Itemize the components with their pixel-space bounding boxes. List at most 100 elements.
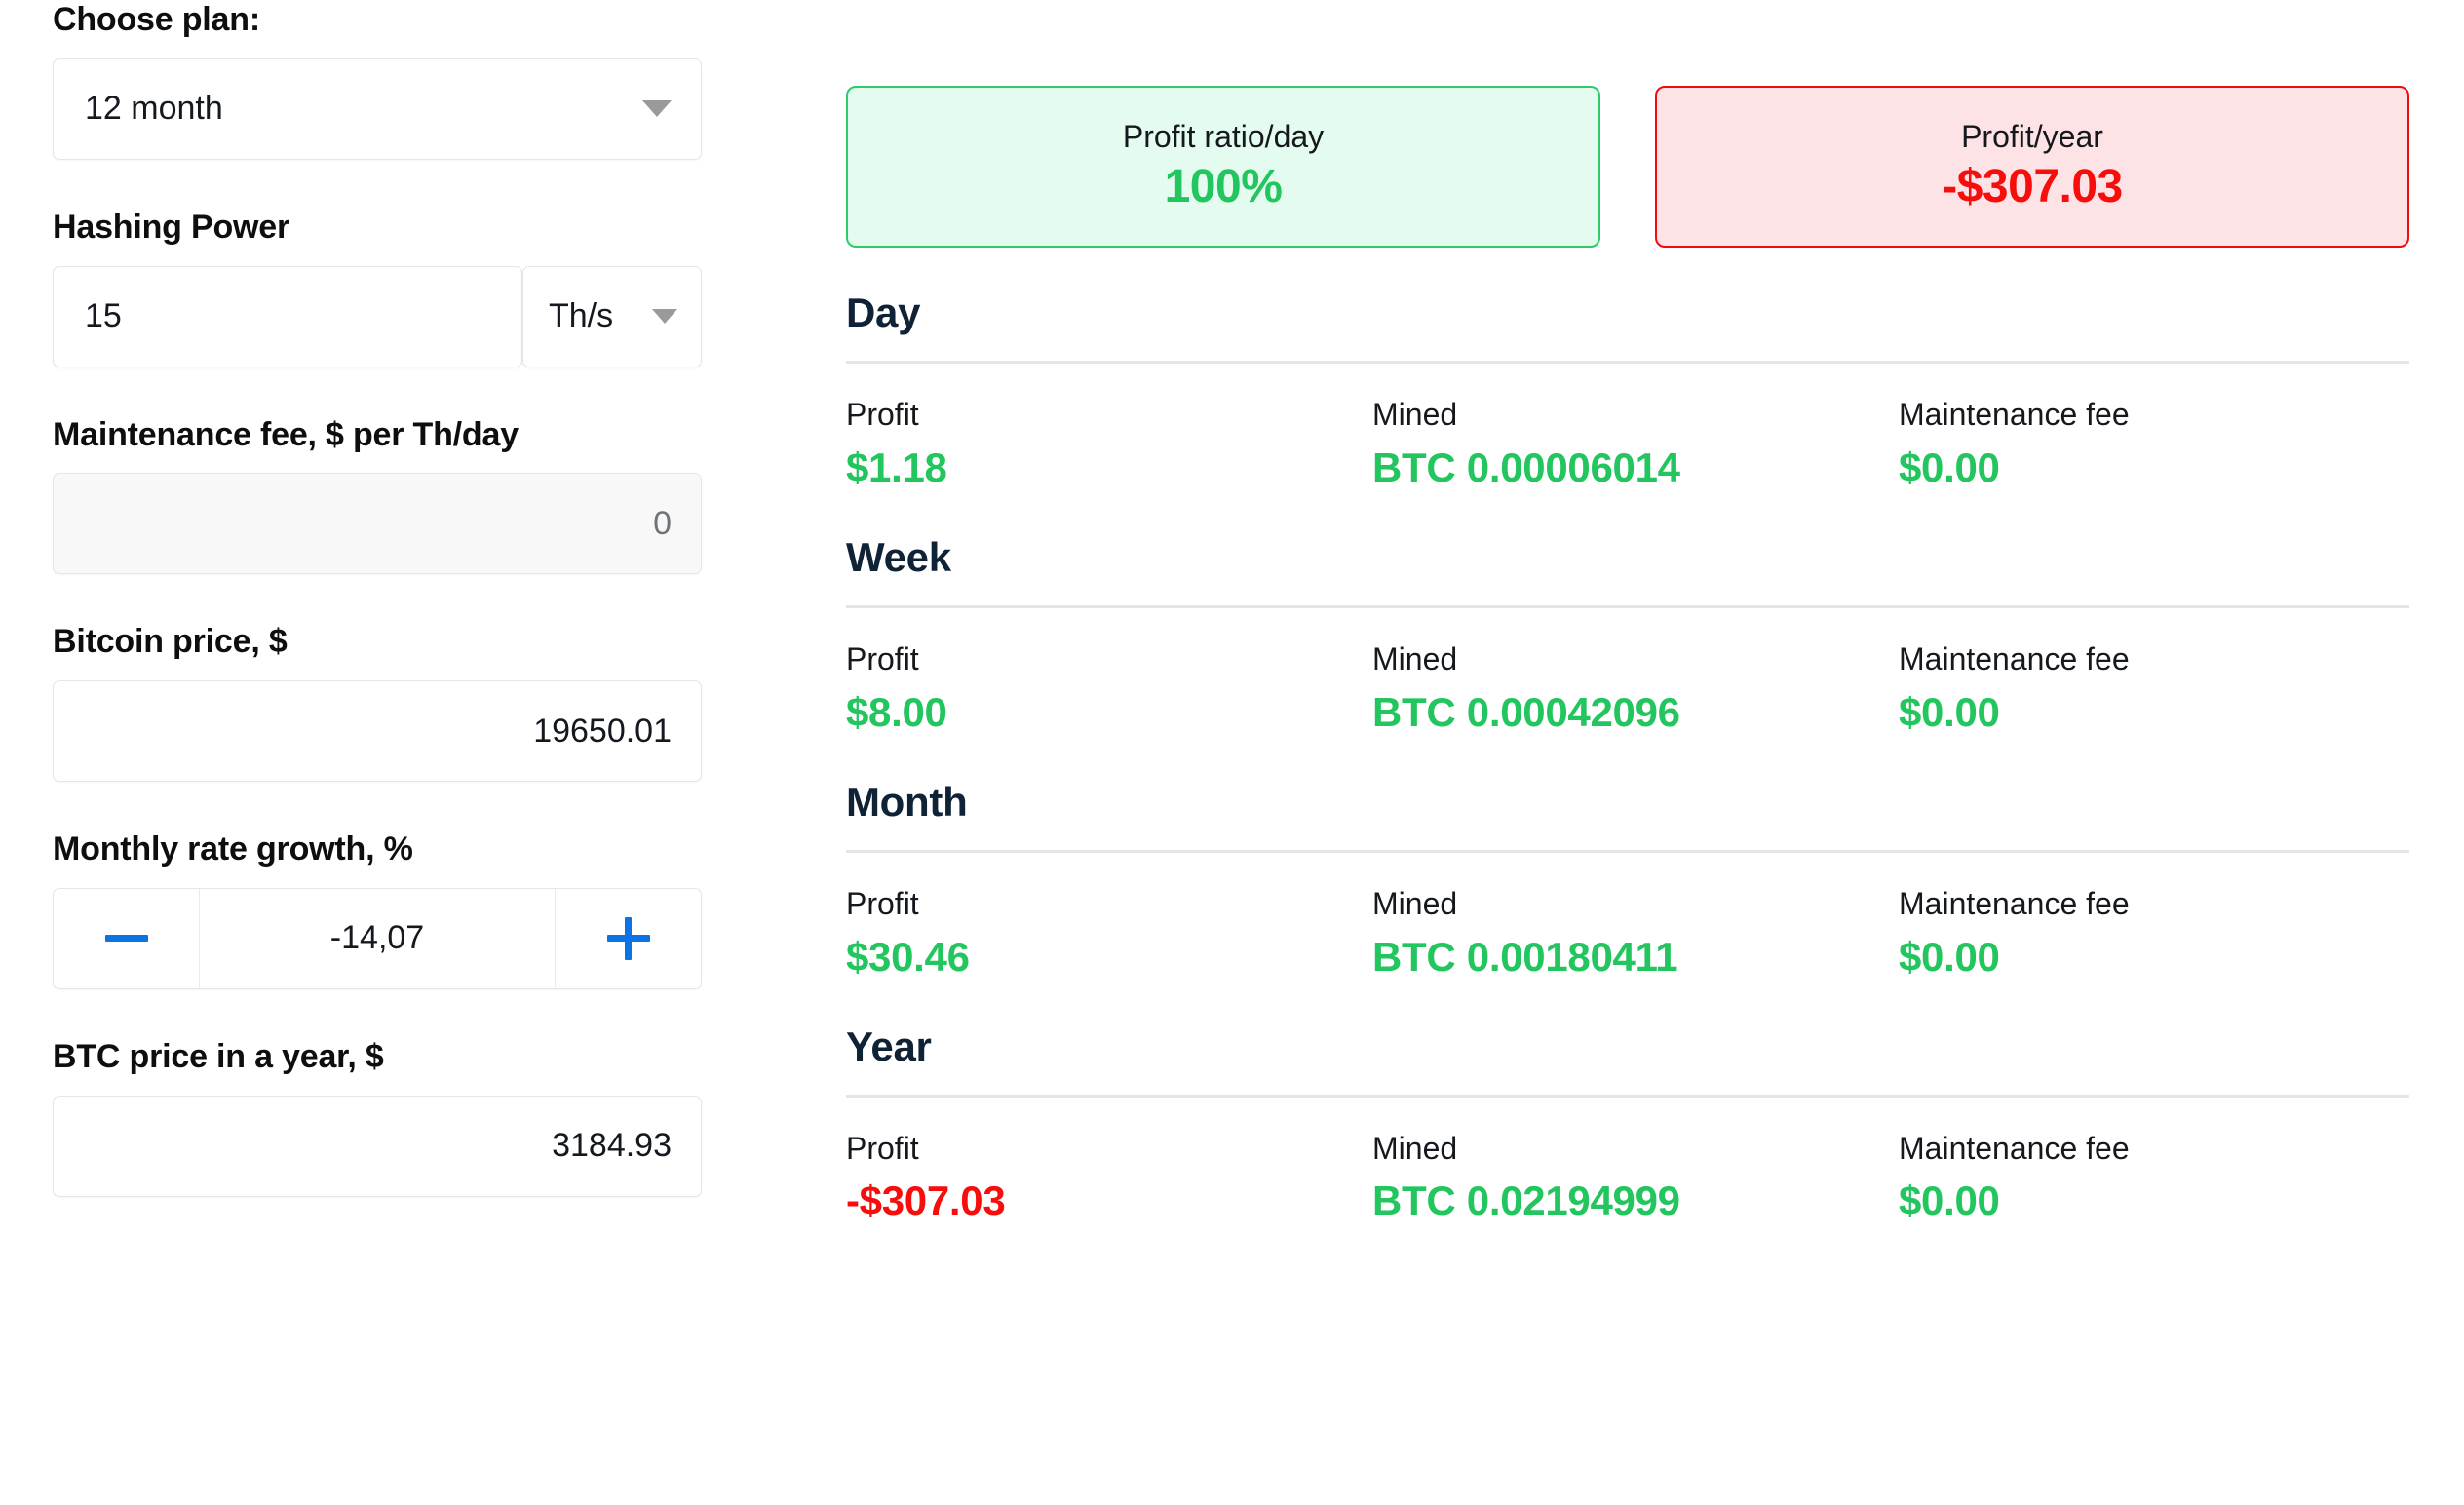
decrement-button[interactable] bbox=[54, 888, 200, 988]
metric-mined: Mined BTC 0.00180411 bbox=[1372, 885, 1899, 982]
choose-plan-select[interactable]: 12 month bbox=[53, 58, 702, 160]
summary-label: Profit/year bbox=[1961, 118, 2103, 154]
metric-mined: Mined BTC 0.00006014 bbox=[1372, 396, 1899, 492]
choose-plan-label: Choose plan: bbox=[53, 1, 260, 38]
summary-cards: Profit ratio/day 100% Profit/year -$307.… bbox=[846, 86, 2409, 248]
btc-price-in-year-label: BTC price in a year, $ bbox=[53, 1037, 384, 1075]
metric-value: $0.00 bbox=[1899, 1177, 2000, 1224]
period-section-month: Month Profit $30.46 Mined BTC 0.00180411… bbox=[846, 778, 2409, 982]
period-title: Year bbox=[846, 1023, 932, 1069]
metric-value: $8.00 bbox=[846, 688, 947, 735]
metric-label: Maintenance fee bbox=[1899, 641, 2130, 677]
metric-value: BTC 0.00180411 bbox=[1372, 933, 1678, 980]
field-monthly-rate-growth: Monthly rate growth, % -14,07 bbox=[53, 830, 708, 989]
summary-card-profit-year: Profit/year -$307.03 bbox=[1655, 86, 2409, 248]
metric-label: Maintenance fee bbox=[1899, 1131, 2130, 1167]
maintenance-fee-input[interactable]: 0 bbox=[53, 473, 702, 575]
summary-value: 100% bbox=[1164, 160, 1283, 212]
summary-label: Profit ratio/day bbox=[1122, 118, 1325, 154]
hashing-power-input[interactable]: 15 bbox=[53, 265, 522, 367]
monthly-rate-growth-value-wrap[interactable]: -14,07 bbox=[200, 889, 555, 988]
period-title: Month bbox=[846, 778, 968, 825]
metric-label: Profit bbox=[846, 1131, 919, 1167]
hashing-power-group: 15 Th/s bbox=[53, 265, 702, 367]
metric-value: $30.46 bbox=[846, 933, 970, 980]
metric-value: $1.18 bbox=[846, 444, 947, 490]
metric-value: BTC 0.00006014 bbox=[1372, 444, 1680, 490]
btc-price-in-year-input[interactable]: 3184.93 bbox=[53, 1095, 702, 1197]
divider bbox=[846, 605, 2409, 609]
maintenance-fee-label: Maintenance fee, $ per Th/day bbox=[53, 415, 519, 453]
field-hashing-power: Hashing Power 15 Th/s bbox=[53, 208, 708, 367]
results-panel: Profit ratio/day 100% Profit/year -$307.… bbox=[846, 0, 2409, 1226]
metric-maintenance-fee: Maintenance fee $0.00 bbox=[1899, 1130, 2130, 1226]
divider bbox=[846, 1095, 2409, 1099]
metric-label: Mined bbox=[1372, 1131, 1458, 1167]
field-maintenance-fee: Maintenance fee, $ per Th/day 0 bbox=[53, 415, 708, 575]
bitcoin-price-value: 19650.01 bbox=[533, 712, 672, 750]
metric-maintenance-fee: Maintenance fee $0.00 bbox=[1899, 396, 2130, 492]
metric-value: BTC 0.02194999 bbox=[1372, 1177, 1680, 1224]
metric-label: Mined bbox=[1372, 397, 1458, 433]
metric-value: $0.00 bbox=[1899, 933, 2000, 980]
metric-label: Maintenance fee bbox=[1899, 886, 2130, 922]
metric-value: -$307.03 bbox=[846, 1177, 1006, 1224]
metric-value: $0.00 bbox=[1899, 688, 2000, 735]
btc-price-in-year-value: 3184.93 bbox=[552, 1127, 672, 1165]
metric-label: Profit bbox=[846, 641, 919, 677]
field-btc-price-in-year: BTC price in a year, $ 3184.93 bbox=[53, 1037, 708, 1197]
metric-profit: Profit -$307.03 bbox=[846, 1130, 1372, 1226]
field-bitcoin-price: Bitcoin price, $ 19650.01 bbox=[53, 622, 708, 783]
metric-maintenance-fee: Maintenance fee $0.00 bbox=[1899, 885, 2130, 982]
hashing-power-unit-select[interactable]: Th/s bbox=[522, 265, 702, 367]
chevron-down-icon bbox=[642, 100, 672, 118]
metric-mined: Mined BTC 0.02194999 bbox=[1372, 1130, 1899, 1226]
period-title: Week bbox=[846, 533, 951, 580]
metric-profit: Profit $8.00 bbox=[846, 640, 1372, 737]
period-section-day: Day Profit $1.18 Mined BTC 0.00006014 Ma… bbox=[846, 289, 2409, 492]
monthly-rate-growth-label: Monthly rate growth, % bbox=[53, 830, 413, 868]
minus-icon bbox=[104, 935, 148, 943]
metrics-row: Profit -$307.03 Mined BTC 0.02194999 Mai… bbox=[846, 1130, 2409, 1226]
metric-label: Profit bbox=[846, 397, 919, 433]
period-section-week: Week Profit $8.00 Mined BTC 0.00042096 M… bbox=[846, 533, 2409, 737]
hashing-power-value: 15 bbox=[85, 297, 122, 335]
chevron-down-icon bbox=[652, 309, 677, 325]
increment-button[interactable] bbox=[555, 888, 701, 988]
maintenance-fee-value: 0 bbox=[653, 504, 672, 542]
metric-value: $0.00 bbox=[1899, 444, 2000, 490]
metric-label: Mined bbox=[1372, 886, 1458, 922]
metric-value: BTC 0.00042096 bbox=[1372, 688, 1680, 735]
calculator-page: Choose plan: 12 month Hashing Power 15 T… bbox=[0, 0, 2464, 1505]
metric-label: Maintenance fee bbox=[1899, 397, 2130, 433]
metric-profit: Profit $1.18 bbox=[846, 396, 1372, 492]
hashing-power-unit-value: Th/s bbox=[549, 297, 614, 335]
period-section-year: Year Profit -$307.03 Mined BTC 0.0219499… bbox=[846, 1023, 2409, 1226]
summary-value: -$307.03 bbox=[1942, 160, 2123, 212]
field-choose-plan: Choose plan: 12 month bbox=[53, 0, 708, 160]
monthly-rate-growth-value: -14,07 bbox=[329, 919, 425, 957]
bitcoin-price-input[interactable]: 19650.01 bbox=[53, 680, 702, 783]
metrics-row: Profit $30.46 Mined BTC 0.00180411 Maint… bbox=[846, 885, 2409, 982]
metric-maintenance-fee: Maintenance fee $0.00 bbox=[1899, 640, 2130, 737]
summary-card-profit-ratio-day: Profit ratio/day 100% bbox=[846, 86, 1600, 248]
metrics-row: Profit $8.00 Mined BTC 0.00042096 Mainte… bbox=[846, 640, 2409, 737]
period-title: Day bbox=[846, 289, 921, 335]
calculator-form: Choose plan: 12 month Hashing Power 15 T… bbox=[53, 0, 708, 1197]
choose-plan-value: 12 month bbox=[85, 90, 223, 128]
divider bbox=[846, 361, 2409, 365]
plus-icon bbox=[606, 916, 650, 960]
hashing-power-label: Hashing Power bbox=[53, 208, 290, 246]
metric-mined: Mined BTC 0.00042096 bbox=[1372, 640, 1899, 737]
monthly-rate-growth-stepper: -14,07 bbox=[53, 887, 702, 989]
metric-profit: Profit $30.46 bbox=[846, 885, 1372, 982]
divider bbox=[846, 850, 2409, 854]
bitcoin-price-label: Bitcoin price, $ bbox=[53, 623, 288, 661]
metric-label: Mined bbox=[1372, 641, 1458, 677]
metrics-row: Profit $1.18 Mined BTC 0.00006014 Mainte… bbox=[846, 396, 2409, 492]
